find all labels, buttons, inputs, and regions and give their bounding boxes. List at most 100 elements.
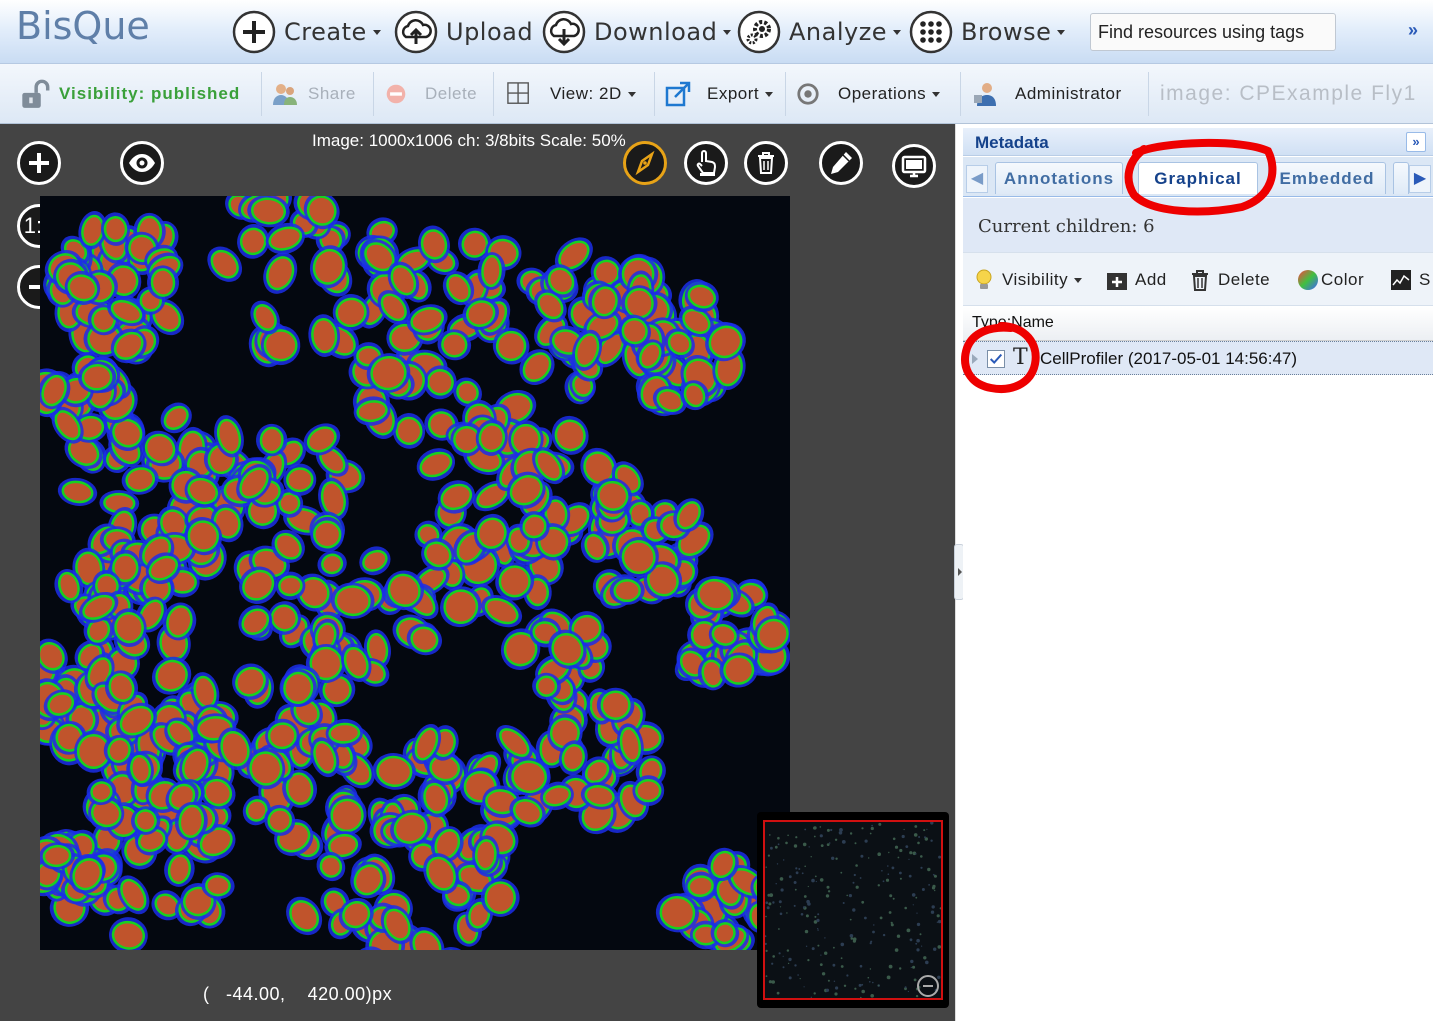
stats-button[interactable]: S	[1390, 253, 1431, 307]
visibility-ops-label: Visibility	[1002, 270, 1069, 289]
app-logo[interactable]: BisQue	[16, 4, 150, 48]
overview-dot	[783, 859, 785, 861]
overview-dot	[854, 987, 857, 990]
cloud-upload-icon	[394, 10, 438, 54]
table-row[interactable]: T CellProfiler (2017-05-01 14:56:47)	[963, 341, 1433, 375]
overview-dot	[779, 906, 782, 908]
overview-dot	[808, 846, 810, 848]
overview-dot	[858, 983, 862, 987]
overview-dot	[924, 836, 926, 839]
analyze-menu-button[interactable]: Analyze	[737, 10, 902, 54]
operations-dropdown[interactable]: Operations	[796, 64, 941, 124]
overview-dot	[830, 828, 833, 832]
overview-dot	[846, 974, 849, 977]
children-count: Current children: 6	[978, 216, 1155, 237]
refresh-cycle-icon	[797, 83, 819, 105]
browse-menu-button[interactable]: Browse	[909, 10, 1066, 54]
overview-dot	[782, 955, 784, 957]
collapse-panel-icon[interactable]: »	[1406, 132, 1426, 152]
overview-dot	[937, 919, 941, 924]
image-title: image: CPExample Fly1	[1160, 82, 1417, 105]
tag-search-input[interactable]: Find resources using tags	[1090, 13, 1336, 51]
overview-dot	[805, 914, 809, 918]
select-tool-button[interactable]	[684, 141, 728, 185]
tab-annotations[interactable]: Annotations	[995, 162, 1123, 194]
overview-viewport[interactable]	[763, 820, 943, 1000]
caret-down-icon	[893, 29, 902, 35]
overview-dot	[926, 828, 928, 830]
overview-dot	[766, 906, 770, 910]
tab-scroll-right-icon[interactable]: ▶	[1409, 165, 1431, 193]
overview-dot	[831, 856, 835, 860]
overview-dot	[920, 866, 923, 869]
tab-overflow[interactable]	[1393, 162, 1409, 194]
overview-dot	[794, 964, 797, 967]
expand-menu-icon[interactable]: »	[1408, 20, 1418, 41]
delete-shapes-button[interactable]: Delete	[1189, 253, 1270, 307]
overview-dot	[928, 884, 930, 886]
overview-dot	[936, 921, 939, 923]
overview-dot	[888, 964, 893, 969]
overview-dot	[765, 942, 767, 945]
add-shape-button[interactable]: Add	[1106, 253, 1167, 307]
type-name-column: Type:Name	[972, 314, 1054, 331]
delete-resource-button[interactable]: Delete	[385, 64, 477, 124]
overview-dot	[938, 855, 941, 859]
tab-graphical[interactable]: Graphical	[1138, 162, 1258, 194]
display-settings-button[interactable]	[892, 144, 936, 188]
overview-dot	[870, 994, 874, 998]
edit-tool-button[interactable]	[819, 141, 863, 185]
overview-dot	[901, 834, 905, 839]
metadata-tabs: ◀ Annotations Graphical Embedded ▶	[963, 157, 1433, 197]
download-menu-button[interactable]: Download	[542, 10, 732, 54]
navigate-tool-button[interactable]	[623, 141, 667, 185]
visibility-toggle-button[interactable]	[120, 141, 164, 185]
row-name: CellProfiler (2017-05-01 14:56:47)	[1040, 349, 1298, 368]
tab-embedded[interactable]: Embedded	[1268, 162, 1386, 194]
close-overview-icon[interactable]	[917, 975, 939, 997]
overview-dot	[860, 996, 862, 998]
overview-dot	[913, 978, 917, 982]
view-mode-dropdown[interactable]: View: 2D	[507, 64, 636, 124]
overview-map[interactable]	[757, 812, 949, 1008]
overview-dot	[842, 902, 845, 904]
expand-row-icon[interactable]	[972, 354, 978, 364]
visibility-button[interactable]: Visibility: published	[20, 64, 240, 124]
upload-button[interactable]: Upload	[394, 10, 533, 54]
overview-dot	[797, 974, 799, 976]
pencil-icon	[831, 152, 852, 174]
export-dropdown[interactable]: Export	[665, 64, 774, 124]
overview-dot	[804, 929, 809, 934]
overview-dot	[832, 963, 836, 967]
zoom-in-button[interactable]	[17, 141, 61, 185]
visibility-ops-dropdown[interactable]: Visibility	[973, 253, 1083, 307]
microscopy-image[interactable]	[40, 196, 790, 950]
overview-dot	[915, 994, 919, 998]
color-button[interactable]: Color	[1297, 253, 1364, 307]
overview-dot	[840, 957, 843, 960]
operations-label: Operations	[838, 84, 927, 103]
overview-dot	[815, 880, 817, 883]
panel-splitter[interactable]	[954, 124, 964, 1021]
overview-dot	[878, 822, 882, 826]
create-menu-button[interactable]: Create	[232, 10, 381, 54]
delete-shapes-label: Delete	[1218, 270, 1271, 289]
overview-dot	[896, 934, 901, 938]
tab-scroll-left-icon[interactable]: ◀	[966, 165, 988, 193]
overview-dot	[802, 906, 806, 909]
overview-dot	[852, 881, 855, 884]
overview-dot	[819, 963, 823, 966]
overview-dot	[849, 918, 852, 921]
row-visibility-checkbox[interactable]	[987, 350, 1005, 368]
overview-dot	[771, 962, 774, 965]
delete-shape-button[interactable]	[744, 141, 788, 185]
overview-dot	[765, 866, 767, 868]
share-button[interactable]: Share	[272, 64, 356, 124]
overview-dot	[889, 894, 893, 898]
shapes-grid-header[interactable]: Type:Name	[963, 307, 1433, 341]
overview-dot	[802, 842, 807, 847]
overview-dot	[767, 854, 770, 857]
user-menu[interactable]: Administrator	[972, 64, 1122, 124]
overview-dot	[932, 873, 935, 876]
compass-icon	[635, 150, 655, 176]
